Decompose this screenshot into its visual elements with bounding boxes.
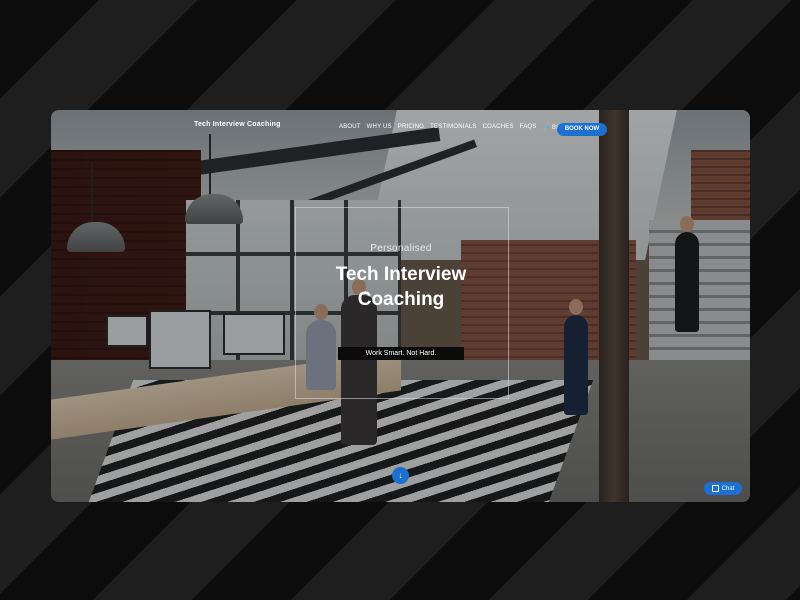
nav-link-faqs[interactable]: FAQS [520, 124, 537, 131]
chat-label: Chat [721, 485, 735, 492]
nav-menu: ABOUT WHY US PRICING TESTIMONIALS COACHE… [339, 124, 576, 131]
chat-icon [711, 485, 719, 492]
nav-link-coaches[interactable]: COACHES [483, 124, 514, 131]
scroll-down-arrow-icon[interactable]: ↓ [392, 467, 409, 484]
nav-link-testimonials[interactable]: TESTIMONIALS [430, 124, 476, 131]
nav-link-pricing[interactable]: PRICING [398, 124, 424, 131]
book-now-button[interactable]: BOOK NOW [557, 123, 607, 136]
site-logo[interactable]: Tech Interview Coaching [194, 121, 281, 128]
chat-button[interactable]: Chat [704, 482, 742, 495]
nav-link-about[interactable]: ABOUT [339, 124, 361, 131]
hero-frame: Tech Interview Coaching ABOUT WHY US PRI… [51, 110, 750, 502]
hero-tagline: Work Smart. Not Hard. [338, 347, 464, 360]
nav-link-why-us[interactable]: WHY US [367, 124, 392, 131]
hero-eyebrow: Personalised [370, 243, 432, 254]
hero-headline: Tech Interview Coaching [335, 264, 467, 310]
top-nav: Tech Interview Coaching ABOUT WHY US PRI… [51, 110, 750, 148]
